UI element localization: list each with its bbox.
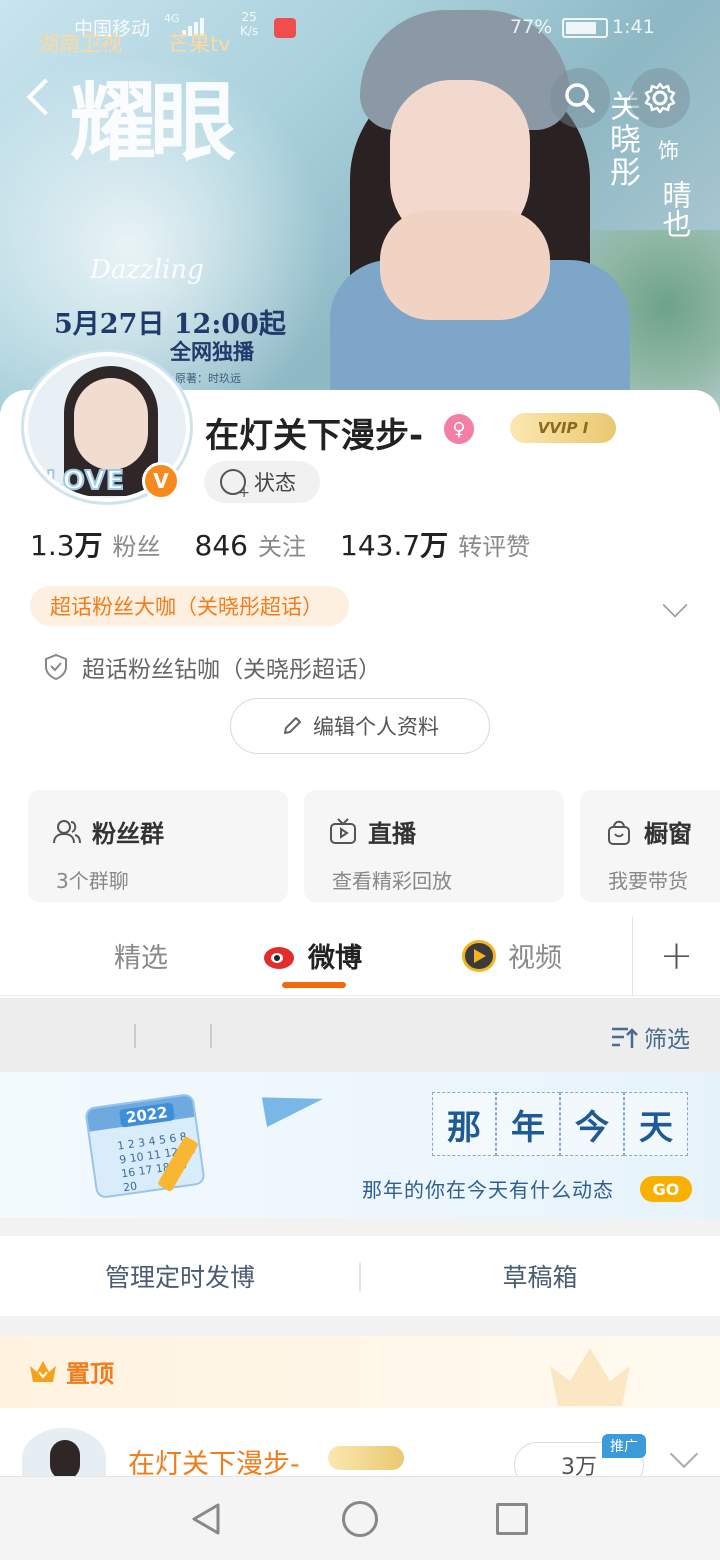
banner-role-name: 晴也 (658, 180, 692, 238)
settings-button[interactable] (630, 68, 690, 128)
feed-filter-bar: 筛选 (0, 998, 720, 1072)
verified-badge-icon: V (142, 462, 180, 500)
clock: 1:41 (612, 16, 655, 38)
profile-tabs: 精选 微博 视频 + (0, 916, 720, 996)
feature-title: 直播 (368, 820, 416, 848)
back-button[interactable] (22, 78, 62, 118)
banner-show-subtitle: Dazzling (90, 255, 204, 285)
divider (134, 1024, 136, 1048)
stat-followers[interactable]: 1.3 万 粉丝 (30, 524, 161, 564)
search-icon (565, 83, 595, 113)
tab-weibo[interactable]: 微博 (262, 936, 362, 975)
feature-card-showcase[interactable]: 橱窗 我要带货 (580, 790, 720, 902)
feature-subtitle: 3个群聊 (56, 869, 129, 893)
banner-show-title: 耀眼 (70, 72, 236, 173)
edit-profile-label: 编辑个人资料 (313, 715, 439, 739)
drafts-button[interactable]: 草稿箱 (360, 1236, 720, 1316)
video-play-icon (460, 939, 498, 972)
system-navigation-bar (0, 1476, 720, 1560)
battery-icon (562, 18, 608, 38)
nav-recent-apps-icon[interactable] (496, 1503, 528, 1535)
profile-stats: 1.3 万 粉丝 846 关注 143.7 万 转评赞 (30, 524, 564, 564)
secondary-tag-label: 超话粉丝钻咖（关晓彤超话） (82, 657, 381, 683)
on-this-day-caption: 那年的你在今天有什么动态 (362, 1178, 614, 1202)
feature-subtitle: 我要带货 (608, 869, 688, 893)
vip-badge[interactable]: VVIP I (510, 413, 616, 443)
banner-credit: 原著：时玖远 (175, 372, 241, 385)
battery-percent: 77% (510, 16, 553, 38)
section-gap (0, 1316, 720, 1336)
tab-featured[interactable]: 精选 (114, 936, 168, 975)
feature-subtitle: 查看精彩回放 (332, 869, 452, 893)
weibo-logo-icon (262, 941, 298, 971)
avatar-frame-text: LOVE (45, 465, 125, 497)
nav-home-icon[interactable] (342, 1501, 378, 1537)
stat-interactions[interactable]: 143.7 万 转评赞 (340, 524, 530, 564)
banner-exclusive-label: 全网独播 (170, 340, 254, 364)
app-notification-icon (274, 18, 296, 38)
gear-icon (644, 82, 676, 114)
network-speed: 25 K/s (240, 10, 259, 38)
crown-icon (30, 1361, 56, 1382)
filter-button[interactable]: 筛选 (610, 1020, 690, 1054)
filter-icon (612, 1027, 638, 1048)
feature-title: 粉丝群 (92, 820, 164, 848)
pencil-icon (284, 717, 301, 734)
add-tab-button[interactable]: + (632, 916, 720, 996)
feature-card-live[interactable]: 直播 查看精彩回放 (304, 790, 564, 902)
section-gap (0, 1218, 720, 1236)
status-label: 状态 (254, 471, 296, 495)
network-type: 4G (164, 12, 180, 25)
profile-username: 在灯关下漫步- (205, 416, 424, 456)
on-this-day-banner[interactable]: 2022 1 2 3 4 5 6 8 9 10 11 12 15 16 17 1… (0, 1072, 720, 1218)
tab-video[interactable]: 视频 (460, 936, 562, 975)
feature-card-fan-group[interactable]: 粉丝群 3个群聊 (28, 790, 288, 902)
hunan-tv-notification-icon: 湖南卫视 (38, 32, 122, 56)
post-vip-badge (328, 1446, 404, 1470)
paper-plane-icon (261, 1087, 327, 1127)
edit-profile-button[interactable]: 编辑个人资料 (230, 698, 490, 754)
supertopic-fan-tag-secondary: 超话粉丝钻咖（关晓彤超话） (44, 650, 381, 684)
go-button[interactable]: GO (640, 1176, 692, 1202)
search-button[interactable] (550, 68, 610, 128)
pinned-post-header: 在灯关下漫步- 3万 推广 (0, 1408, 720, 1488)
feature-title: 橱窗 (644, 820, 692, 848)
pinned-header: 置顶 (0, 1336, 720, 1408)
chevron-down-icon[interactable] (669, 1439, 699, 1469)
nav-back-icon[interactable] (190, 1501, 224, 1537)
scheduled-posts-button[interactable]: 管理定时发博 (0, 1236, 360, 1316)
status-button[interactable]: 状态 (204, 461, 320, 503)
active-tab-indicator (282, 982, 346, 988)
system-status-bar: 中国移动 4G 25 K/s 湖南卫视 芒果tv 77% 1:41 (0, 0, 720, 56)
supertopic-fan-tag[interactable]: 超话粉丝大咖（关晓彤超话） (30, 586, 349, 626)
manage-row: 管理定时发博 草稿箱 (0, 1236, 720, 1316)
on-this-day-title: 那 年 今 天 (432, 1092, 688, 1156)
crown-watermark-icon (550, 1348, 630, 1406)
group-icon (53, 819, 81, 843)
promo-badge: 推广 (602, 1434, 646, 1458)
shield-icon (45, 653, 67, 681)
add-status-icon (220, 469, 250, 501)
banner-as-label: 饰 (658, 139, 679, 163)
pinned-label: 置顶 (66, 1360, 114, 1388)
female-gender-icon: ♀ (444, 414, 474, 444)
mango-tv-notification-icon: 芒果tv (168, 32, 231, 56)
stat-following[interactable]: 846 关注 (195, 527, 306, 562)
bag-icon (608, 820, 630, 845)
divider (210, 1024, 212, 1048)
tv-icon (330, 817, 356, 844)
